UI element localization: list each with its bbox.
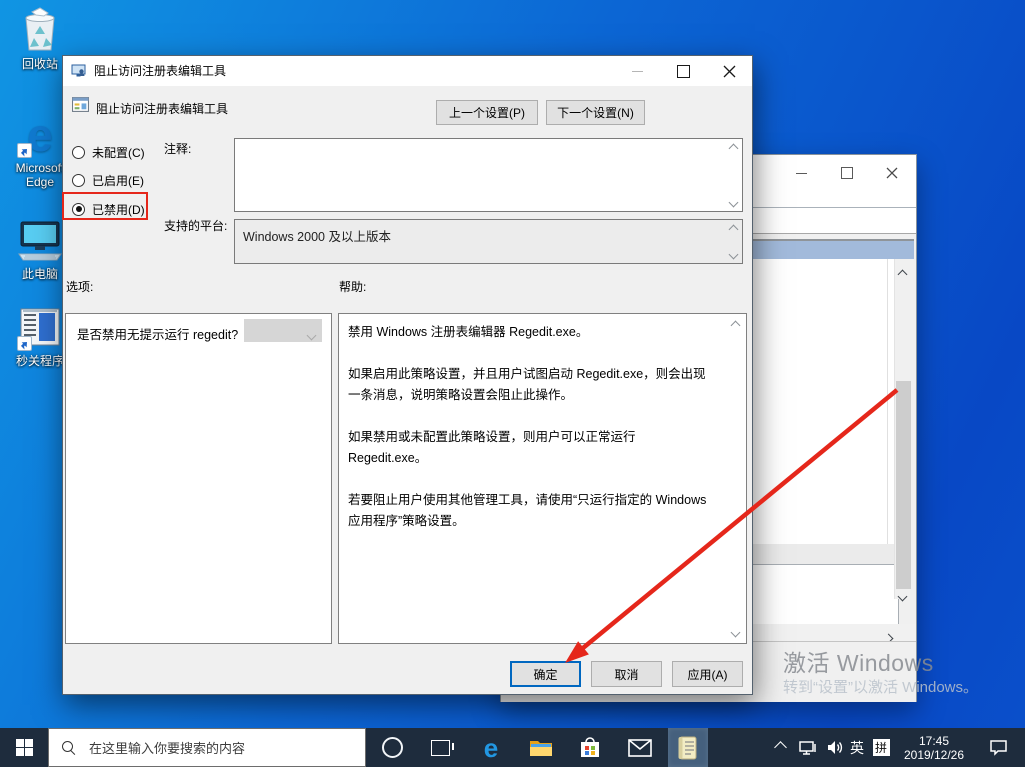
chevron-up-icon (774, 741, 787, 754)
setting-name: 阻止访问注册表编辑工具 (96, 100, 228, 117)
options-panel: 是否禁用无提示运行 regedit? (65, 313, 332, 644)
tray-clock[interactable]: 17:45 2019/12/26 (896, 728, 972, 767)
dialog-title: 阻止访问注册表编辑工具 (94, 56, 226, 86)
tray-date: 2019/12/26 (904, 748, 964, 762)
annotation-highlight-rect (62, 192, 148, 220)
this-pc-icon (15, 218, 65, 264)
edge-icon: e (484, 735, 498, 761)
network-icon (799, 740, 818, 756)
scroll-down-icon[interactable] (729, 626, 741, 638)
start-button[interactable] (0, 728, 48, 767)
comment-label: 注释: (164, 140, 191, 157)
help-paragraph: 如果禁用或未配置此策略设置，则用户可以正常运行 Regedit.exe。 (348, 427, 714, 469)
tray-network-button[interactable] (794, 728, 822, 767)
tray-time: 17:45 (919, 734, 949, 748)
policy-setting-dialog: 阻止访问注册表编辑工具 阻止访问注册表编辑工具 上一个设置(P) 下一个设置(N… (62, 55, 753, 695)
help-paragraph: 如果启用此策略设置，并且用户试图启动 Regedit.exe，则会出现一条消息，… (348, 364, 714, 406)
action-center-button[interactable] (978, 728, 1018, 767)
tray-ime-language[interactable]: 英 (845, 728, 869, 767)
dropdown-chevron-icon (308, 326, 315, 344)
policy-scroll-icon (677, 735, 699, 761)
minimize-button[interactable] (784, 161, 818, 185)
minimize-icon (632, 71, 643, 72)
task-view-icon (431, 740, 450, 756)
cortana-icon (382, 737, 403, 758)
scroll-up-icon[interactable] (727, 223, 739, 235)
next-setting-button[interactable]: 下一个设置(N) (546, 100, 645, 125)
notification-icon (989, 739, 1008, 756)
microsoft-store-icon (579, 736, 601, 760)
tray-ime-mode[interactable]: 拼 (868, 728, 894, 767)
file-explorer-icon (529, 738, 553, 758)
setting-icon (72, 96, 89, 118)
minimize-icon (796, 173, 807, 174)
maximize-button[interactable] (830, 161, 864, 185)
scroll-up-icon[interactable] (899, 265, 906, 283)
radio-icon (72, 146, 85, 159)
previous-setting-button[interactable]: 上一个设置(P) (436, 100, 538, 125)
activate-windows-watermark-line1: 激活 Windows (783, 644, 934, 678)
cancel-button[interactable]: 取消 (591, 661, 662, 687)
taskbar-file-explorer-button[interactable] (521, 728, 561, 767)
supported-platform-value: Windows 2000 及以上版本 (243, 226, 391, 245)
tray-expand-button[interactable] (766, 728, 794, 767)
radio-enabled[interactable]: 已启用(E) (72, 171, 144, 189)
speaker-icon (827, 740, 844, 755)
column-divider (887, 259, 888, 544)
activate-windows-watermark-line2: 转到“设置”以激活 Windows。 (783, 676, 978, 697)
scroll-down-icon[interactable] (727, 248, 739, 260)
scroll-down-icon[interactable] (899, 587, 906, 605)
search-placeholder: 在这里输入你要搜索的内容 (89, 738, 245, 757)
edge-icon: e (17, 112, 63, 158)
cortana-button[interactable] (372, 728, 412, 767)
help-paragraph: 禁用 Windows 注册表编辑器 Regedit.exe。 (348, 322, 714, 343)
scroll-down-icon[interactable] (727, 196, 739, 208)
help-label: 帮助: (339, 278, 366, 295)
shortcut-arrow-icon (17, 143, 32, 158)
close-button[interactable] (707, 56, 752, 86)
maximize-icon (677, 65, 690, 78)
recycle-bin-icon (18, 6, 62, 54)
regedit-option-dropdown[interactable] (244, 319, 322, 342)
taskbar-group-policy-button[interactable] (668, 728, 708, 767)
supported-platform-label: 支持的平台: (164, 217, 227, 234)
radio-icon (72, 174, 85, 187)
shortcut-arrow-icon (17, 336, 32, 351)
radio-not-configured[interactable]: 未配置(C) (72, 143, 145, 161)
ok-button[interactable]: 确定 (510, 661, 581, 687)
app-window-icon (17, 305, 63, 351)
mail-icon (628, 739, 652, 757)
help-text: 禁用 Windows 注册表编辑器 Regedit.exe。 如果启用此策略设置… (348, 322, 714, 553)
taskbar-edge-button[interactable]: e (471, 728, 511, 767)
minimize-button[interactable] (615, 56, 660, 86)
help-panel[interactable]: 禁用 Windows 注册表编辑器 Regedit.exe。 如果启用此策略设置… (338, 313, 747, 644)
scrollbar-thumb[interactable] (896, 381, 911, 589)
taskbar-search-input[interactable]: 在这里输入你要搜索的内容 (48, 728, 366, 767)
options-label: 选项: (66, 278, 93, 295)
taskbar-mail-button[interactable] (620, 728, 660, 767)
search-icon (61, 740, 77, 756)
supported-platform-box[interactable]: Windows 2000 及以上版本 (234, 219, 743, 264)
desktop: 回收站 e Microsoft Edge 此电脑 (0, 0, 1025, 767)
scroll-up-icon[interactable] (729, 319, 741, 331)
maximize-button[interactable] (661, 56, 706, 86)
windows-logo-icon (16, 739, 33, 756)
taskbar: 在这里输入你要搜索的内容 e (0, 728, 1025, 767)
policy-dialog-icon (71, 63, 87, 84)
close-button[interactable] (875, 161, 909, 185)
close-icon (886, 167, 898, 179)
maximize-icon (841, 167, 853, 179)
help-paragraph: 若要阻止用户使用其他管理工具，请使用“只运行指定的 Windows 应用程序”策… (348, 490, 714, 532)
taskbar-store-button[interactable] (570, 728, 610, 767)
scroll-up-icon[interactable] (727, 142, 739, 154)
options-question: 是否禁用无提示运行 regedit? (77, 324, 238, 343)
comment-textarea[interactable] (234, 138, 743, 212)
vertical-scrollbar[interactable] (894, 259, 912, 599)
task-view-button[interactable] (420, 728, 460, 767)
dialog-titlebar: 阻止访问注册表编辑工具 (63, 56, 752, 86)
apply-button[interactable]: 应用(A) (672, 661, 743, 687)
close-icon (723, 65, 736, 78)
